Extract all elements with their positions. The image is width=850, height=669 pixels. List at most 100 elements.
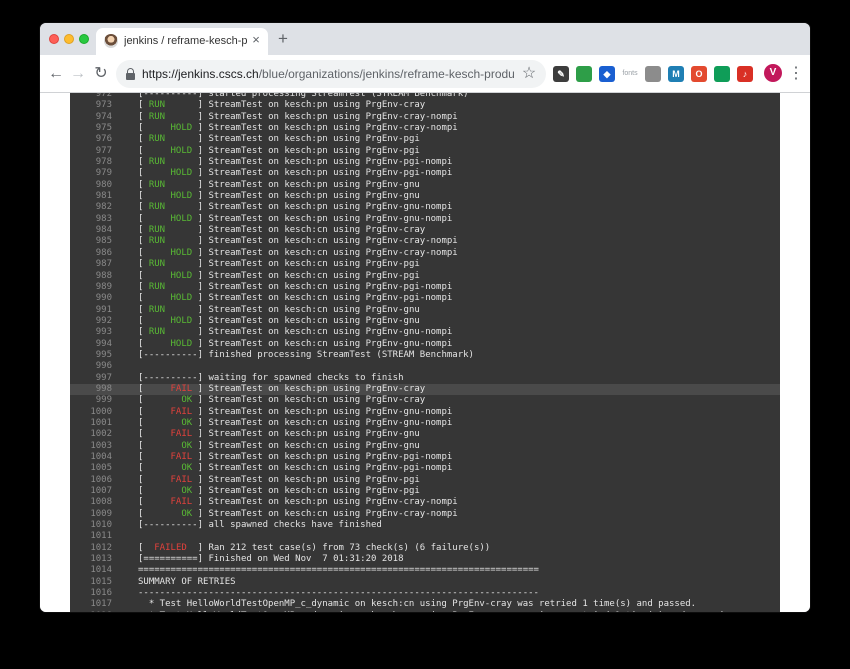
line-number[interactable]: 988 xyxy=(70,271,112,282)
line-number[interactable]: 997 xyxy=(70,373,112,384)
line-number[interactable]: 995 xyxy=(70,350,112,361)
status-run: RUN xyxy=(148,157,166,168)
forward-arrow-icon[interactable]: → xyxy=(68,64,88,84)
line-number[interactable]: 1007 xyxy=(70,486,112,497)
log-text: [ HOLD ] StreamTest on kesch:cn using Pr… xyxy=(138,270,420,281)
log-text: [ FAIL ] StreamTest on kesch:pn using Pr… xyxy=(138,452,453,462)
log-text: * Test HelloWorldTestOpenMP_c_dynamic on… xyxy=(138,599,697,610)
log-line: 1003 [ OK ] StreamTest on kesch:cn using … xyxy=(70,441,780,452)
line-number[interactable]: 985 xyxy=(70,236,112,247)
line-number[interactable]: 983 xyxy=(70,214,112,225)
line-number[interactable]: 991 xyxy=(70,305,112,316)
line-number[interactable]: 1015 xyxy=(70,577,112,588)
log-line: 1005 [ OK ] StreamTest on kesch:cn using … xyxy=(70,463,780,474)
red-circle-extension-icon[interactable]: O xyxy=(691,66,707,82)
line-number[interactable]: 999 xyxy=(70,395,112,406)
line-number[interactable]: 984 xyxy=(70,225,112,236)
line-number[interactable]: 1016 xyxy=(70,588,112,599)
line-number[interactable]: 990 xyxy=(70,293,112,304)
log-line: 981 [ HOLD ] StreamTest on kesch:pn using… xyxy=(70,191,780,202)
log-line: 972 [----------] started processing Strea… xyxy=(70,93,780,100)
music-extension-icon[interactable]: ♪ xyxy=(737,66,753,82)
line-number[interactable]: 993 xyxy=(70,327,112,338)
status-ok: OK xyxy=(181,440,193,451)
line-number[interactable]: 1013 xyxy=(70,554,112,565)
line-number[interactable]: 1006 xyxy=(70,475,112,486)
line-number[interactable]: 1003 xyxy=(70,441,112,452)
line-number[interactable]: 978 xyxy=(70,157,112,168)
status-run: RUN xyxy=(148,100,166,111)
log-line: 998 [ FAIL ] StreamTest on kesch:pn using… xyxy=(70,383,780,396)
line-number[interactable]: 974 xyxy=(70,112,112,123)
line-number[interactable]: 987 xyxy=(70,259,112,270)
back-arrow-icon[interactable]: ← xyxy=(46,64,66,84)
kebab-menu-icon[interactable]: ⋮ xyxy=(788,64,804,84)
line-number[interactable]: 1009 xyxy=(70,509,112,520)
blue-stack-extension-icon[interactable]: ◆ xyxy=(599,66,615,82)
address-bar[interactable]: https://jenkins.cscs.ch/blue/organizatio… xyxy=(116,60,546,88)
line-number[interactable]: 992 xyxy=(70,316,112,327)
line-number[interactable]: 982 xyxy=(70,202,112,213)
line-number[interactable]: 1005 xyxy=(70,463,112,474)
green-square-extension-icon[interactable] xyxy=(576,66,592,82)
line-number[interactable]: 972 xyxy=(70,93,112,100)
log-line: 980 [ RUN ] StreamTest on kesch:pn using … xyxy=(70,180,780,191)
maximize-window-button[interactable] xyxy=(79,34,89,44)
line-number[interactable]: 1004 xyxy=(70,452,112,463)
m-extension-icon[interactable]: M xyxy=(668,66,684,82)
green-circle-extension-icon[interactable] xyxy=(714,66,730,82)
line-number[interactable]: 977 xyxy=(70,146,112,157)
line-number[interactable]: 994 xyxy=(70,339,112,350)
reload-icon[interactable]: ↻ xyxy=(91,64,111,84)
console-log[interactable]: 972 [----------] started processing Strea… xyxy=(70,93,780,612)
log-line: 983 [ HOLD ] StreamTest on kesch:pn using… xyxy=(70,214,780,225)
line-number[interactable]: 1017 xyxy=(70,599,112,610)
line-number[interactable]: 998 xyxy=(70,384,112,395)
status-hold: HOLD xyxy=(170,168,193,179)
status-run: RUN xyxy=(148,304,166,315)
browser-toolbar: ← → ↻ https://jenkins.cscs.ch/blue/organ… xyxy=(40,55,810,93)
close-window-button[interactable] xyxy=(49,34,59,44)
log-line: 976 [ RUN ] StreamTest on kesch:pn using … xyxy=(70,134,780,145)
url-text[interactable]: https://jenkins.cscs.ch/blue/organizatio… xyxy=(142,67,514,81)
status-fail: FAIL xyxy=(170,497,193,508)
line-number[interactable]: 996 xyxy=(70,361,112,372)
line-number[interactable]: 1012 xyxy=(70,543,112,554)
log-line: 991 [ RUN ] StreamTest on kesch:cn using … xyxy=(70,305,780,316)
bookmark-star-icon[interactable]: ☆ xyxy=(519,64,539,84)
minimize-window-button[interactable] xyxy=(64,34,74,44)
new-tab-button[interactable]: + xyxy=(274,30,292,48)
status-fail: FAIL xyxy=(170,383,193,394)
line-number[interactable]: 1010 xyxy=(70,520,112,531)
status-run: RUN xyxy=(148,327,166,338)
line-number[interactable]: 1011 xyxy=(70,531,112,542)
line-number[interactable]: 973 xyxy=(70,100,112,111)
line-number[interactable]: 1001 xyxy=(70,418,112,429)
tab-jenkins[interactable]: jenkins / reframe-kesch-production × xyxy=(96,28,268,55)
log-text: [ FAIL ] StreamTest on kesch:pn using Pr… xyxy=(138,474,420,485)
status-run: RUN xyxy=(148,202,166,213)
tab-close-icon[interactable]: × xyxy=(249,33,263,47)
line-number[interactable]: 1002 xyxy=(70,429,112,440)
line-number[interactable]: 986 xyxy=(70,248,112,259)
line-number[interactable]: 979 xyxy=(70,168,112,179)
line-number[interactable]: 981 xyxy=(70,191,112,202)
line-number[interactable]: 975 xyxy=(70,123,112,134)
status-fail: FAIL xyxy=(170,406,193,417)
line-number[interactable]: 989 xyxy=(70,282,112,293)
status-run: RUN xyxy=(148,236,166,247)
log-line: 1017 * Test HelloWorldTestOpenMP_c_dynam… xyxy=(70,599,780,610)
log-text: [ RUN ] StreamTest on kesch:cn using Prg… xyxy=(138,304,420,315)
profile-avatar[interactable]: V xyxy=(764,64,782,82)
pen-extension-icon[interactable]: ✎ xyxy=(553,66,569,82)
line-number[interactable]: 980 xyxy=(70,180,112,191)
line-number[interactable]: 1000 xyxy=(70,407,112,418)
log-text: [----------] started processing StreamTe… xyxy=(138,93,469,99)
line-number[interactable]: 1008 xyxy=(70,497,112,508)
line-number[interactable]: 1018 xyxy=(70,611,112,612)
grey-circle-extension-icon[interactable] xyxy=(645,66,661,82)
line-number[interactable]: 976 xyxy=(70,134,112,145)
fonts-extension-icon[interactable]: fonts xyxy=(622,66,638,82)
line-number[interactable]: 1014 xyxy=(70,565,112,576)
log-text: ========================================… xyxy=(138,565,539,576)
